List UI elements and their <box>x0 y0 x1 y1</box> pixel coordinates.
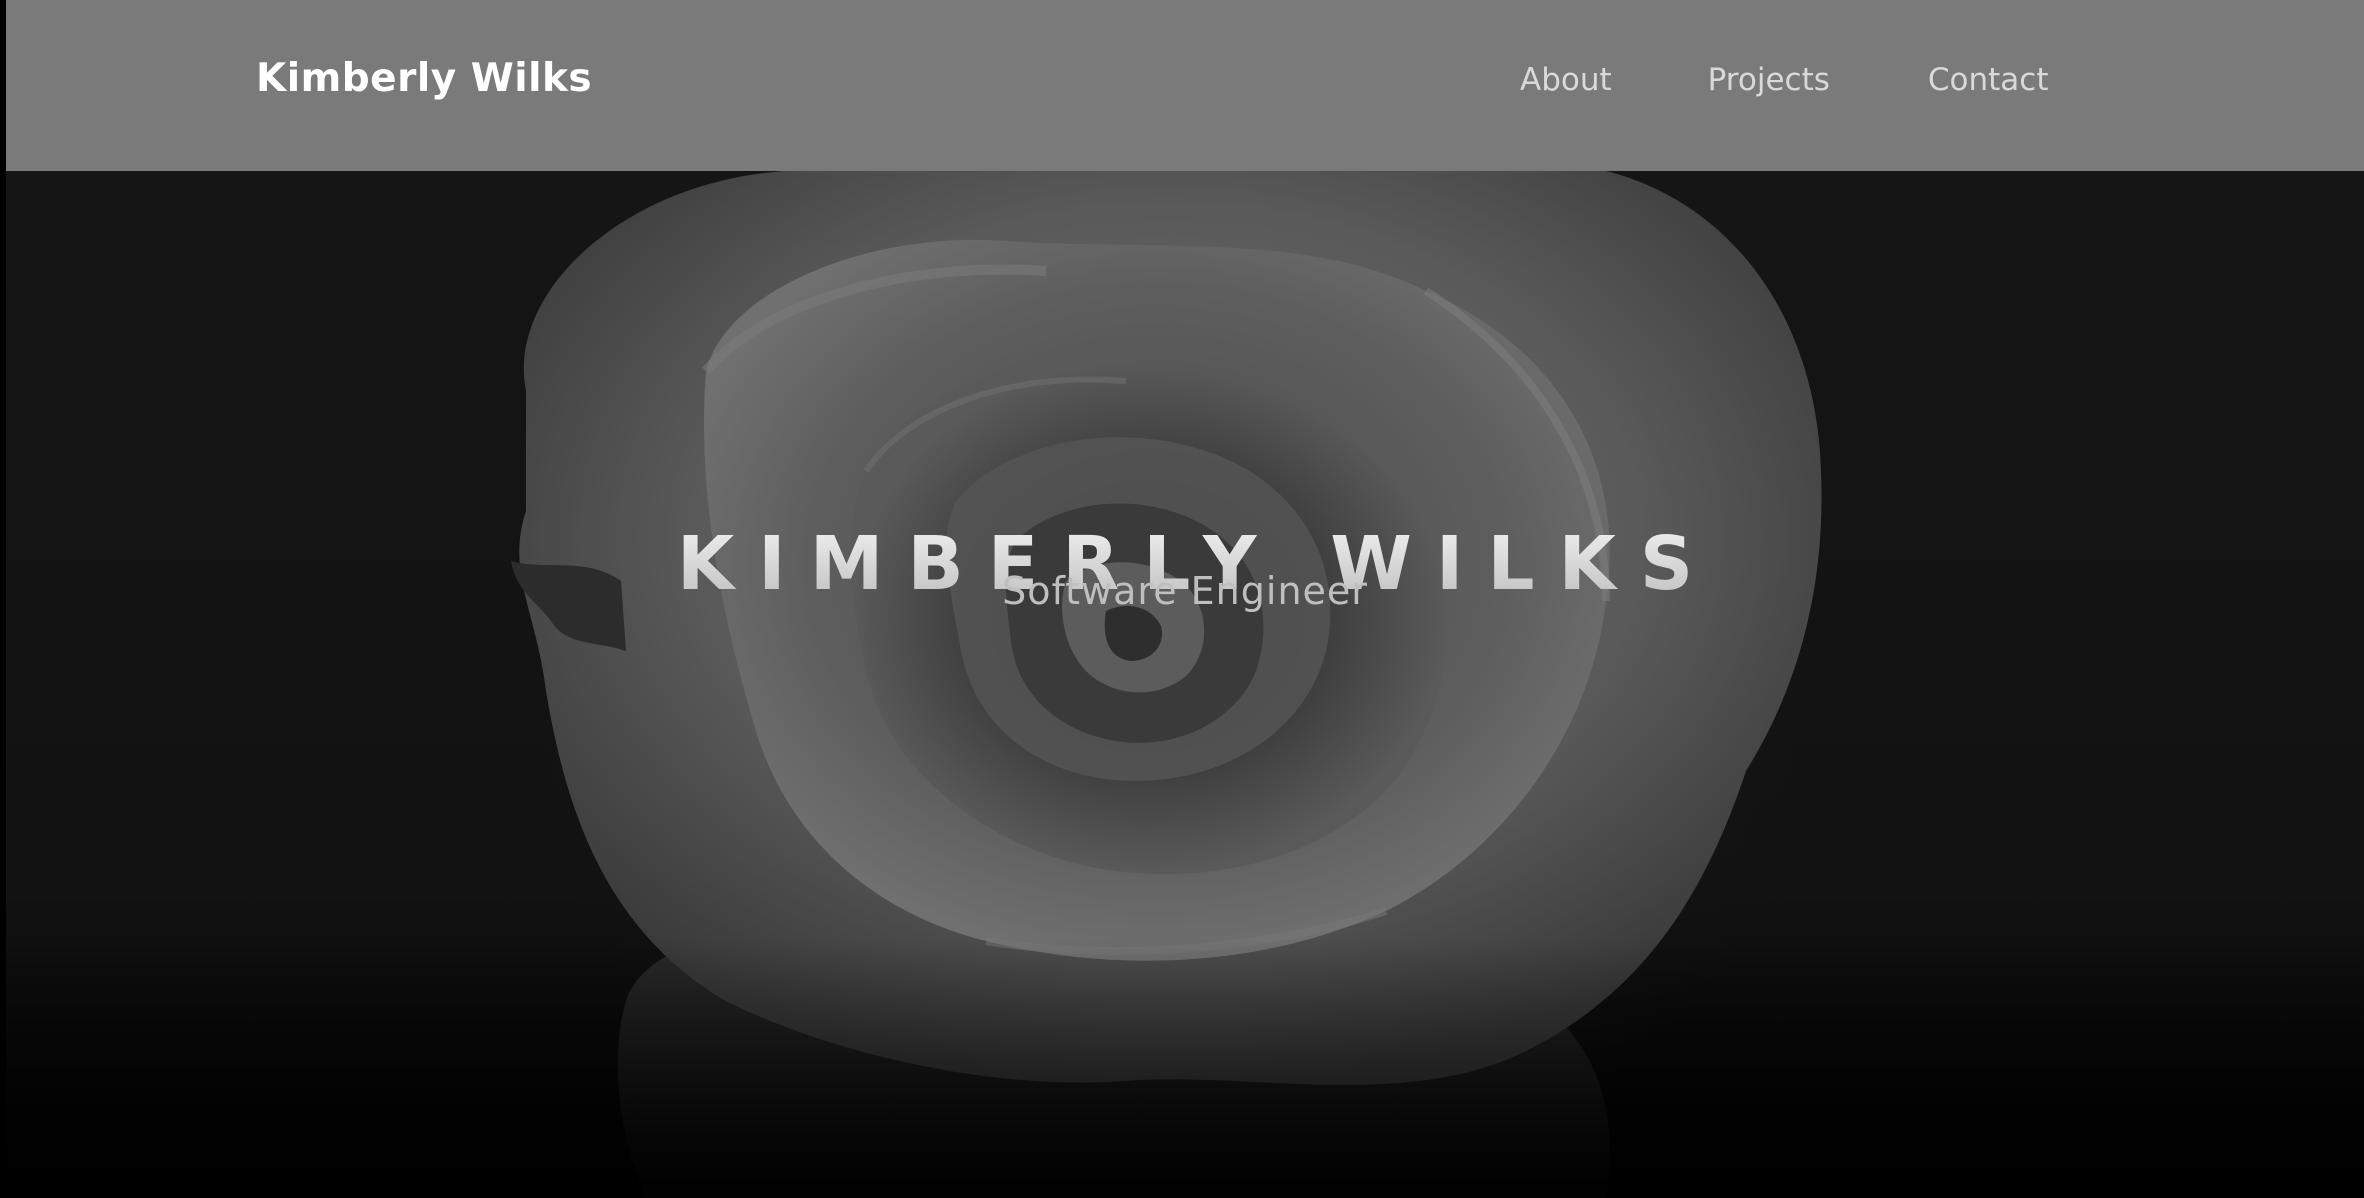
brand-link[interactable]: Kimberly Wilks <box>256 56 592 101</box>
nav-link-about[interactable]: About <box>1520 62 1612 98</box>
window-edge <box>0 0 6 1198</box>
page: Kimberly Wilks About Projects Contact KI… <box>0 0 2364 1198</box>
nav-link-projects[interactable]: Projects <box>1708 62 1830 98</box>
hero-subtitle: Software Engineer <box>1002 569 1368 613</box>
nav-link-contact[interactable]: Contact <box>1928 62 2049 98</box>
navbar: Kimberly Wilks About Projects Contact <box>6 0 2364 171</box>
nav-links: About Projects Contact <box>1520 62 2048 98</box>
hero-bottom-shade <box>6 938 2364 1198</box>
hero-section: KIMBERLY WILKS Software Engineer <box>6 171 2364 1198</box>
